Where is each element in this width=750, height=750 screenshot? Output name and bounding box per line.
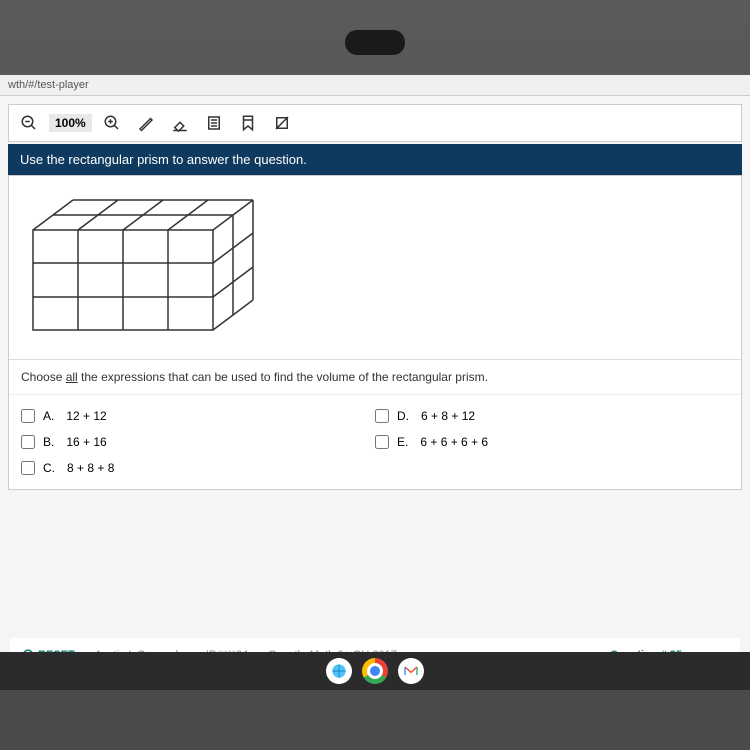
choice-c[interactable]: C. 8 + 8 + 8	[21, 455, 375, 481]
choice-letter: A.	[43, 409, 54, 423]
checkbox-d[interactable]	[375, 409, 389, 423]
choice-text: 8 + 8 + 8	[67, 461, 114, 475]
choices-right: D. 6 + 8 + 12 E. 6 + 6 + 6 + 6	[375, 403, 729, 481]
bookmark-icon[interactable]	[234, 111, 262, 135]
choice-e[interactable]: E. 6 + 6 + 6 + 6	[375, 429, 729, 455]
zoom-out-icon[interactable]	[15, 111, 43, 135]
choice-letter: D.	[397, 409, 409, 423]
taskbar	[0, 652, 750, 690]
content-area: 100% Use the	[0, 96, 750, 689]
highlighter-icon[interactable]	[132, 111, 160, 135]
instruction-pre: Choose	[21, 370, 66, 384]
strikethrough-icon[interactable]	[268, 111, 296, 135]
screen: wth/#/test-player 100%	[0, 75, 750, 690]
checkbox-a[interactable]	[21, 409, 35, 423]
app-icon[interactable]	[326, 658, 352, 684]
eraser-icon[interactable]	[166, 111, 194, 135]
choice-text: 6 + 6 + 6 + 6	[420, 435, 488, 449]
choice-letter: B.	[43, 435, 54, 449]
zoom-in-icon[interactable]	[98, 111, 126, 135]
choice-text: 16 + 16	[66, 435, 106, 449]
choices-container: A. 12 + 12 B. 16 + 16 C. 8 + 8 + 8	[9, 395, 741, 489]
instruction-text: Choose all the expressions that can be u…	[9, 360, 741, 395]
choice-a[interactable]: A. 12 + 12	[21, 403, 375, 429]
notepad-icon[interactable]	[200, 111, 228, 135]
toolbar: 100%	[8, 104, 742, 142]
instruction-underline: all	[66, 370, 78, 384]
laptop-frame: wth/#/test-player 100%	[0, 0, 750, 750]
checkbox-b[interactable]	[21, 435, 35, 449]
choices-left: A. 12 + 12 B. 16 + 16 C. 8 + 8 + 8	[21, 403, 375, 481]
choice-d[interactable]: D. 6 + 8 + 12	[375, 403, 729, 429]
choice-letter: E.	[397, 435, 408, 449]
mail-icon[interactable]	[398, 658, 424, 684]
rectangular-prism-svg	[23, 190, 283, 340]
question-header: Use the rectangular prism to answer the …	[8, 144, 742, 175]
webcam	[345, 30, 405, 55]
choice-text: 6 + 8 + 12	[421, 409, 475, 423]
choice-letter: C.	[43, 461, 55, 475]
instruction-post: the expressions that can be used to find…	[78, 370, 488, 384]
chrome-icon[interactable]	[362, 658, 388, 684]
prism-figure	[9, 176, 741, 360]
zoom-level: 100%	[49, 114, 92, 132]
checkbox-c[interactable]	[21, 461, 35, 475]
choice-text: 12 + 12	[66, 409, 106, 423]
choice-b[interactable]: B. 16 + 16	[21, 429, 375, 455]
url-bar[interactable]: wth/#/test-player	[0, 75, 750, 96]
question-body: Choose all the expressions that can be u…	[8, 175, 742, 490]
checkbox-e[interactable]	[375, 435, 389, 449]
